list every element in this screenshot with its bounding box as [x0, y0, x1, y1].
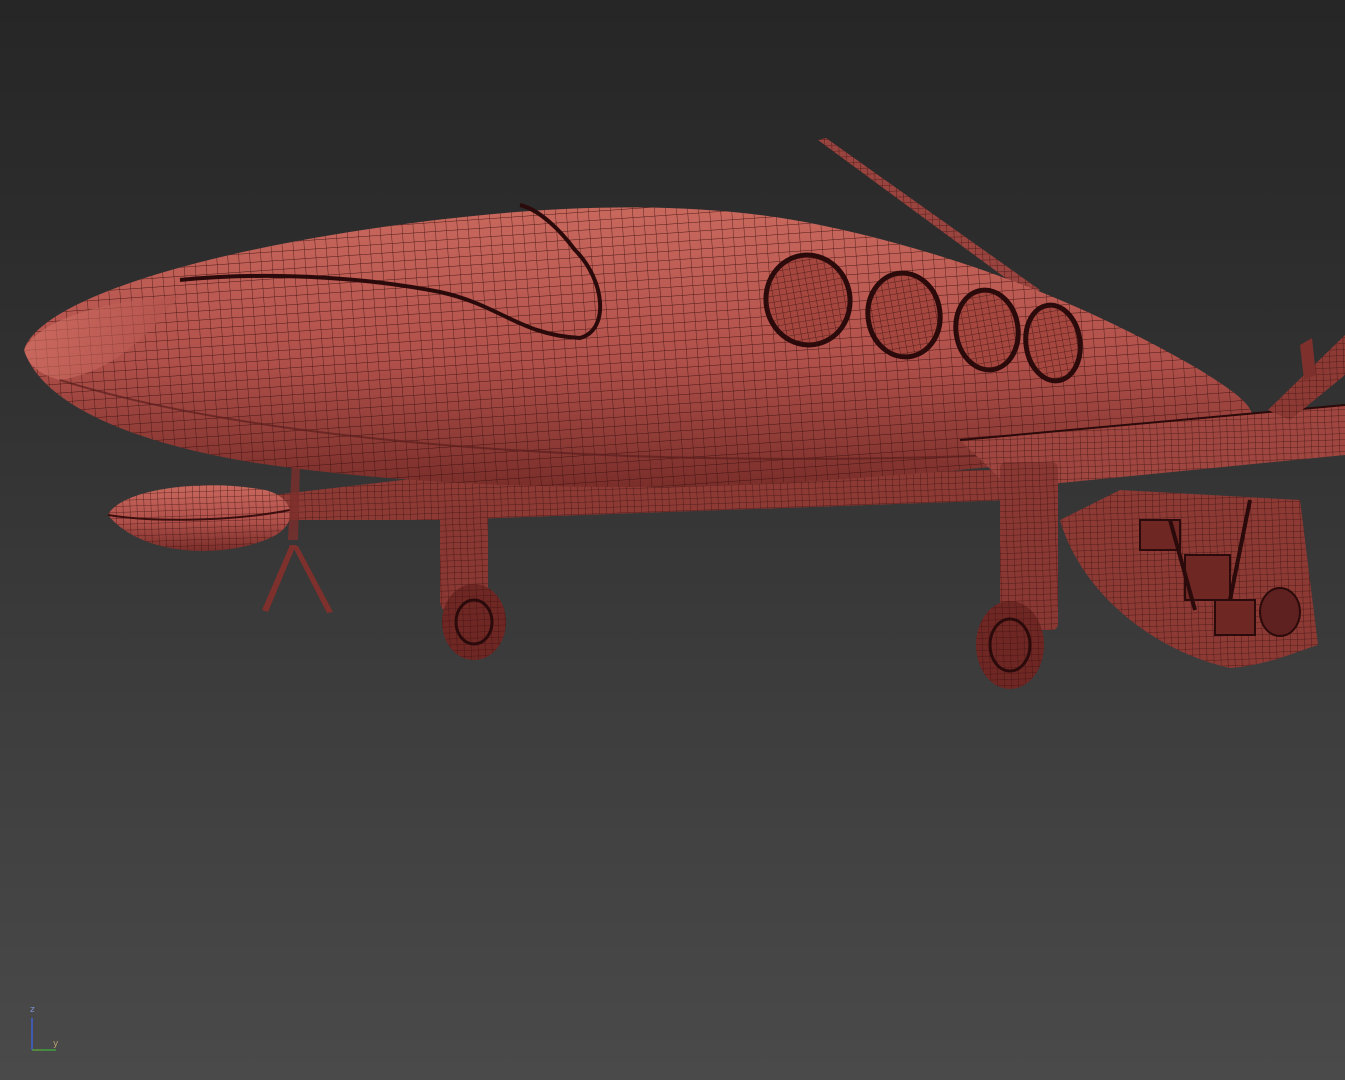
z-axis-label: z: [30, 1005, 35, 1015]
wingtip-propeller: [262, 462, 333, 613]
nose-landing-gear: [440, 505, 506, 660]
y-axis-label: y: [53, 1039, 59, 1049]
gear-bay-fairing: [1060, 490, 1318, 668]
aircraft-model[interactable]: [0, 0, 1345, 1080]
3d-viewport[interactable]: z y: [0, 0, 1345, 1080]
axis-gizmo[interactable]: z y: [22, 1004, 70, 1056]
wingtip-motor-pod: [107, 485, 291, 551]
